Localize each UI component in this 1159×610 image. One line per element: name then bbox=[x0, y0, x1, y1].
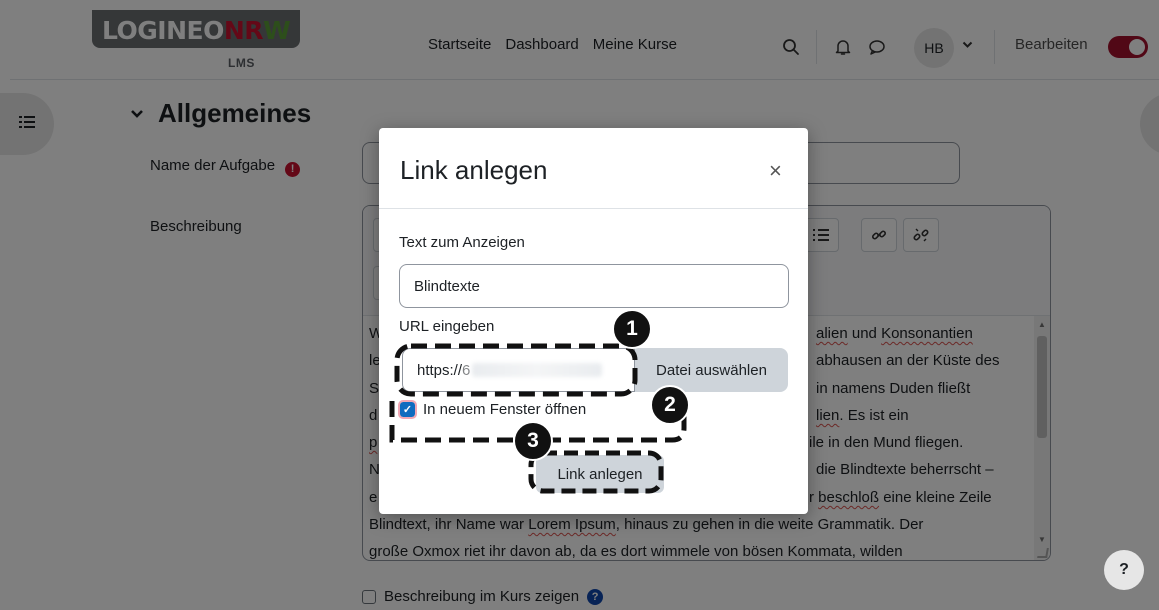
dialog-title: Link anlegen bbox=[400, 155, 548, 185]
dialog-header: Link anlegen × bbox=[379, 128, 808, 209]
display-text-input[interactable]: Blindtexte bbox=[399, 264, 789, 308]
create-link-dialog: Link anlegen × Text zum Anzeigen Blindte… bbox=[379, 128, 808, 514]
new-window-checkbox[interactable]: ✓ bbox=[398, 400, 417, 419]
close-icon[interactable]: × bbox=[769, 160, 782, 182]
choose-file-button[interactable]: Datei auswählen bbox=[635, 348, 788, 392]
url-label: URL eingeben bbox=[399, 318, 495, 335]
url-value-partial: 6 bbox=[462, 361, 471, 379]
url-value: https:// bbox=[417, 361, 463, 379]
step-badge-3: 3 bbox=[513, 421, 553, 461]
step-badge-2: 2 bbox=[650, 385, 690, 425]
url-input[interactable]: https://6 bbox=[402, 348, 635, 392]
new-window-option[interactable]: ✓ In neuem Fenster öffnen bbox=[398, 400, 587, 419]
create-link-button[interactable]: Link anlegen bbox=[536, 455, 664, 493]
new-window-label: In neuem Fenster öffnen bbox=[423, 401, 587, 418]
display-text-label: Text zum Anzeigen bbox=[399, 234, 525, 251]
step-badge-1: 1 bbox=[612, 309, 652, 349]
url-blurred-part bbox=[472, 363, 603, 377]
help-button[interactable]: ? bbox=[1104, 550, 1144, 590]
